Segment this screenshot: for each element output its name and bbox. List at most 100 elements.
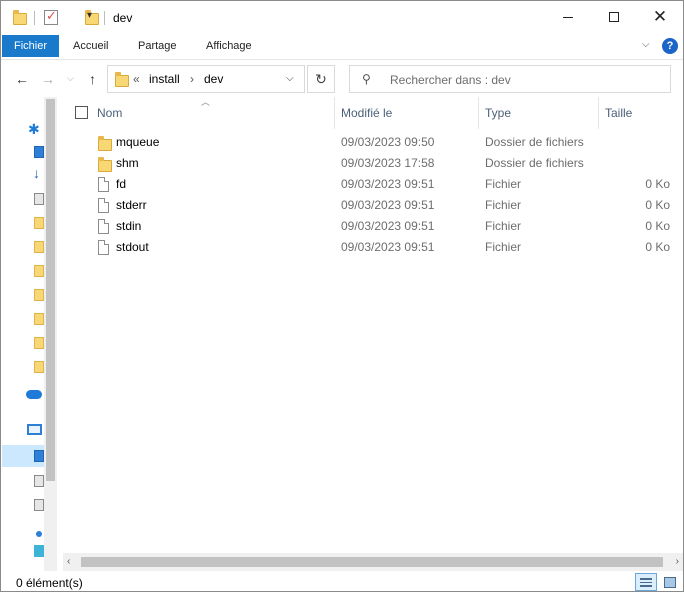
desktop-icon[interactable]	[34, 146, 44, 158]
status-bar: 0 élément(s)	[1, 571, 683, 591]
column-divider[interactable]	[478, 97, 479, 129]
item-modified: 09/03/2023 09:51	[341, 177, 435, 191]
breadcrumb-install[interactable]: install	[149, 72, 180, 86]
toolbar-divider	[34, 11, 35, 25]
help-icon[interactable]: ?	[662, 38, 678, 54]
item-type: Dossier de fichiers	[485, 156, 584, 170]
nav-folder-icon[interactable]	[34, 265, 44, 277]
item-type: Dossier de fichiers	[485, 135, 584, 149]
address-dropdown-icon[interactable]: ⌵	[286, 73, 294, 84]
folder-icon	[98, 157, 112, 172]
item-type: Fichier	[485, 177, 522, 191]
item-name: mqueue	[116, 135, 160, 149]
network-icon[interactable]	[36, 531, 42, 537]
refresh-icon: ↻	[315, 70, 327, 87]
list-item[interactable]: stdin 09/03/2023 09:51 Fichier 0 Ko	[63, 215, 683, 236]
item-type: Fichier	[485, 219, 522, 233]
select-all-checkbox[interactable]	[75, 106, 88, 119]
file-icon	[98, 240, 109, 255]
expand-ribbon-icon[interactable]: ⌵	[642, 39, 650, 50]
item-modified: 09/03/2023 09:51	[341, 198, 435, 212]
close-icon: ✕	[652, 7, 668, 26]
folder-icon	[13, 10, 27, 25]
breadcrumb-separator-icon: ›	[190, 72, 194, 86]
onedrive-icon[interactable]	[26, 390, 42, 399]
up-arrow-icon[interactable]: ↑	[89, 71, 96, 87]
item-type: Fichier	[485, 240, 522, 254]
column-divider[interactable]	[334, 97, 335, 129]
address-folder-icon	[115, 72, 129, 87]
forward-arrow-icon[interactable]: →	[41, 71, 55, 87]
item-count: 0 élément(s)	[16, 576, 83, 590]
breadcrumb-overflow-icon[interactable]: «	[133, 72, 140, 86]
item-type: Fichier	[485, 198, 522, 212]
properties-icon[interactable]	[44, 8, 58, 25]
item-size: 0 Ko	[645, 240, 670, 254]
documents-icon[interactable]	[34, 193, 44, 205]
downloads-icon[interactable]: ↓	[33, 165, 40, 181]
quick-access-star-icon[interactable]: ✱	[28, 121, 40, 138]
column-modified[interactable]: Modifié le	[341, 106, 392, 120]
file-icon	[98, 198, 109, 213]
list-item[interactable]: fd 09/03/2023 09:51 Fichier 0 Ko	[63, 173, 683, 194]
list-item[interactable]: mqueue 09/03/2023 09:50 Dossier de fichi…	[63, 131, 683, 152]
item-size: 0 Ko	[645, 198, 670, 212]
column-size[interactable]: Taille	[605, 106, 632, 120]
refresh-button[interactable]: ↻	[307, 65, 335, 93]
tab-affichage[interactable]: Affichage	[200, 35, 258, 57]
details-view-button[interactable]	[635, 573, 657, 591]
nav-folder-icon[interactable]	[34, 361, 44, 373]
tab-accueil[interactable]: Accueil	[67, 35, 114, 57]
nav-pane-scrollbar[interactable]	[44, 97, 57, 571]
item-name: stderr	[116, 198, 147, 212]
minimize-icon	[563, 16, 573, 18]
list-item[interactable]: stdout 09/03/2023 09:51 Fichier 0 Ko	[63, 236, 683, 257]
quick-access-dropdown-icon[interactable]: ▾	[87, 10, 92, 21]
minimize-button[interactable]	[545, 1, 591, 33]
scroll-right-icon[interactable]: ›	[676, 556, 679, 567]
search-placeholder: Rechercher dans : dev	[390, 73, 511, 87]
maximize-button[interactable]	[591, 1, 637, 33]
item-name: shm	[116, 156, 139, 170]
details-view-icon	[640, 578, 652, 587]
horizontal-scrollbar[interactable]: ‹ ›	[63, 553, 683, 571]
selected-nav-icon[interactable]	[34, 450, 44, 462]
window-title: dev	[113, 11, 133, 25]
search-box[interactable]: ⚲ Rechercher dans : dev	[349, 65, 671, 93]
horizontal-scroll-thumb[interactable]	[81, 557, 663, 567]
item-modified: 09/03/2023 09:50	[341, 135, 435, 149]
sort-ascending-icon: ︿	[201, 97, 211, 107]
nav-document-icon[interactable]	[34, 475, 44, 487]
large-icons-view-button[interactable]	[658, 573, 680, 591]
column-divider[interactable]	[598, 97, 599, 129]
title-bar: ▾ dev ✕	[1, 1, 683, 35]
item-name: stdin	[116, 219, 142, 233]
nav-pane-scroll-thumb[interactable]	[46, 99, 55, 481]
nav-folder-icon[interactable]	[34, 217, 44, 229]
item-name: fd	[116, 177, 127, 191]
item-modified: 09/03/2023 17:58	[341, 156, 435, 170]
column-type[interactable]: Type	[485, 106, 511, 120]
item-modified: 09/03/2023 09:51	[341, 219, 435, 233]
list-item[interactable]: shm 09/03/2023 17:58 Dossier de fichiers	[63, 152, 683, 173]
scroll-left-icon[interactable]: ‹	[67, 556, 70, 567]
this-pc-icon[interactable]	[27, 424, 42, 435]
nav-folder-icon[interactable]	[34, 337, 44, 349]
list-item[interactable]: stderr 09/03/2023 09:51 Fichier 0 Ko	[63, 194, 683, 215]
close-button[interactable]: ✕	[637, 1, 683, 33]
nav-folder-icon[interactable]	[34, 289, 44, 301]
nav-document-icon[interactable]	[34, 499, 44, 511]
folder-icon	[98, 136, 112, 151]
back-arrow-icon[interactable]: ←	[15, 71, 29, 87]
tab-partage[interactable]: Partage	[132, 35, 183, 57]
tab-fichier[interactable]: Fichier	[2, 35, 59, 57]
linux-icon[interactable]	[34, 545, 44, 557]
nav-folder-icon[interactable]	[34, 313, 44, 325]
recent-locations-icon[interactable]: ⌵	[67, 73, 74, 84]
address-bar[interactable]: « install › dev ⌵	[107, 65, 305, 93]
column-name[interactable]: Nom	[97, 106, 122, 120]
breadcrumb-dev[interactable]: dev	[204, 72, 223, 86]
nav-folder-icon[interactable]	[34, 241, 44, 253]
item-size: 0 Ko	[645, 177, 670, 191]
item-size: 0 Ko	[645, 219, 670, 233]
